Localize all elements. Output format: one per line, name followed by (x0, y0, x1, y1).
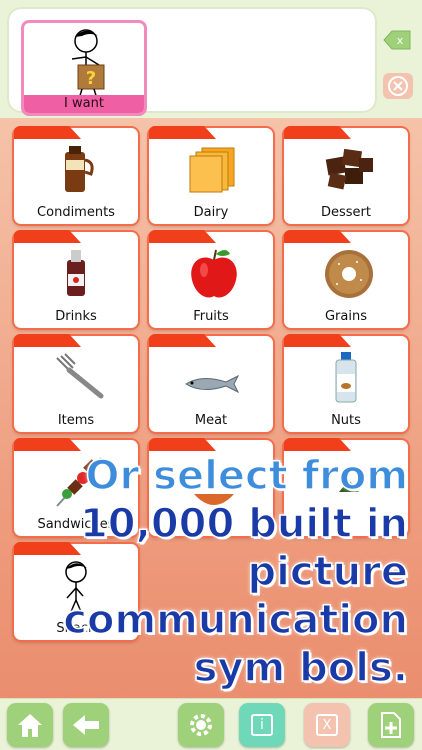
card-tab (149, 438, 216, 451)
i-want-card[interactable]: ? I want (21, 20, 147, 116)
card-tab (149, 230, 216, 243)
card-tab (149, 126, 216, 139)
card-tab (14, 438, 81, 451)
card-tab (284, 230, 351, 243)
bagel-icon (325, 250, 373, 298)
chocolate-pieces-icon (325, 148, 373, 190)
category-label: Dessert (321, 205, 371, 220)
child-holding-question-box-icon: ? (71, 29, 105, 99)
settings-button[interactable] (178, 703, 224, 747)
clear-x-icon (388, 76, 408, 96)
category-label: Items (57, 413, 95, 428)
category-dairy[interactable]: Dairy (149, 126, 273, 224)
fork-icon (56, 353, 104, 399)
promo-line-5: sym bols. (193, 644, 409, 692)
category-nuts[interactable]: Nuts (284, 334, 408, 432)
almond-extract-icon (335, 352, 357, 403)
home-button[interactable] (7, 703, 53, 747)
category-label: Nuts (331, 413, 361, 428)
card-tab (14, 230, 81, 243)
condiment-bottle-icon (65, 146, 94, 192)
category-grains[interactable]: Grains (284, 230, 408, 328)
category-label: Fruits (193, 309, 229, 324)
category-fruits[interactable]: Fruits (149, 230, 273, 328)
add-button[interactable] (368, 703, 414, 747)
category-condiments[interactable]: Condiments (14, 126, 138, 224)
svg-text:x: x (397, 34, 404, 47)
back-button[interactable] (63, 703, 109, 747)
category-items[interactable]: Items (14, 334, 138, 432)
arrow-left-icon (73, 715, 99, 735)
sentence-bar: ? I want x (0, 0, 422, 118)
cancel-button[interactable]: X (304, 703, 350, 747)
i-want-label: I want (24, 95, 144, 113)
card-tab (149, 334, 216, 347)
gear-icon (190, 714, 212, 736)
category-label: Grains (324, 309, 367, 324)
card-tab (284, 334, 351, 347)
fish-icon (185, 374, 240, 394)
category-drinks[interactable]: Drinks (14, 230, 138, 328)
category-label: Condiments (37, 205, 115, 220)
promo-line-4: communication (63, 596, 409, 644)
info-button[interactable]: i (239, 703, 285, 747)
home-icon (18, 714, 42, 737)
add-document-icon (381, 712, 401, 738)
card-tab (284, 126, 351, 139)
apple-icon (191, 249, 237, 298)
info-icon: i (251, 714, 273, 736)
category-label: Meat (194, 413, 228, 428)
card-tab (14, 334, 81, 347)
promo-line-3: picture (247, 548, 409, 596)
clear-button[interactable] (383, 73, 413, 99)
cheese-slices-icon (189, 147, 235, 193)
promo-line-2: 10,000 built in (79, 500, 409, 548)
promo-text: Or select from 10,000 built in picture c… (63, 452, 409, 692)
category-meat[interactable]: Meat (149, 334, 273, 432)
category-label: Dairy (193, 205, 229, 220)
card-tab (284, 438, 351, 451)
card-tab (14, 542, 81, 555)
close-icon: X (316, 714, 338, 736)
category-dessert[interactable]: Dessert (284, 126, 408, 224)
sentence-strip[interactable]: ? I want (7, 7, 377, 116)
card-tab (14, 126, 81, 139)
category-label: Drinks (55, 309, 97, 324)
backspace-icon: x (383, 30, 411, 50)
promo-line-1: Or select from (85, 452, 409, 500)
backspace-button[interactable]: x (383, 27, 413, 53)
bottom-toolbar: i X (0, 698, 422, 750)
svg-text:?: ? (86, 68, 96, 89)
drink-bottle-icon (67, 250, 85, 296)
